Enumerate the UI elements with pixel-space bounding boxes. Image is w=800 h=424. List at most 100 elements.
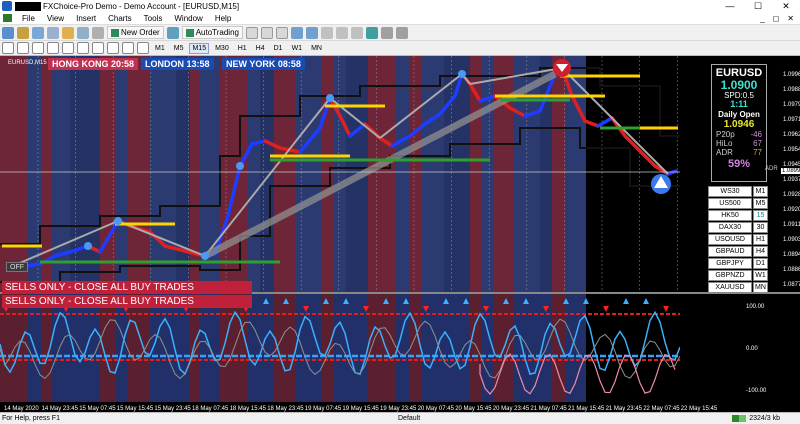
osc-band [514, 294, 540, 402]
metaeditor-icon[interactable] [166, 26, 179, 39]
new-chart-icon[interactable] [2, 26, 14, 39]
new-order-button[interactable]: New Order [107, 26, 164, 39]
data-window-icon[interactable] [47, 26, 59, 39]
tester-icon[interactable] [92, 26, 104, 39]
zoom-out-icon[interactable] [305, 26, 318, 39]
chart-minimize-button[interactable]: _ [760, 14, 764, 23]
session-band [176, 56, 190, 292]
osc-band [52, 294, 70, 402]
chart-close-button[interactable]: ✕ [787, 14, 794, 23]
tf-w1[interactable]: W1 [289, 43, 306, 54]
chart-shift-icon[interactable] [350, 26, 363, 39]
maximize-button[interactable]: ☐ [744, 1, 772, 12]
tf-h4[interactable]: H4 [253, 43, 268, 54]
profiles-icon[interactable] [17, 26, 29, 39]
app-icon [2, 1, 12, 11]
chart-restore-button[interactable]: ◻ [773, 14, 780, 23]
autotrading-label: AutoTrading [195, 28, 239, 37]
menu-window[interactable]: Window [168, 14, 208, 23]
status-profile[interactable]: Default [398, 415, 420, 422]
symbol-button[interactable]: GBPJPY [708, 258, 752, 269]
timeframe-button[interactable]: 15 [753, 210, 768, 221]
fibonacci-icon[interactable] [92, 42, 104, 54]
timeframe-button[interactable]: H4 [753, 246, 768, 257]
timeframe-button[interactable]: 30 [753, 222, 768, 233]
menu-tools[interactable]: Tools [138, 14, 169, 23]
symbol-button[interactable]: DAX30 [708, 222, 752, 233]
tf-m5[interactable]: M5 [171, 43, 187, 54]
indicators-icon[interactable] [365, 26, 378, 39]
symbol-button[interactable]: HK50 [708, 210, 752, 221]
symbol-button[interactable]: GBPAUD [708, 246, 752, 257]
horizontal-line-icon[interactable] [47, 42, 59, 54]
session-band [220, 56, 248, 292]
osc-sell-arrow [603, 306, 609, 312]
menu-file[interactable]: File [16, 14, 41, 23]
info-row-value: -46 [750, 130, 762, 139]
minimize-button[interactable]: — [716, 1, 744, 12]
tf-d1[interactable]: D1 [271, 43, 286, 54]
channel-icon[interactable] [77, 42, 89, 54]
symbol-button[interactable]: USOUSD [708, 234, 752, 245]
title-bar: FXChoice-Pro Demo - Demo Account - [EURU… [0, 0, 800, 12]
line-chart-icon[interactable] [275, 26, 288, 39]
price-segment [583, 119, 600, 128]
price-tick-label: 1.09115 [783, 222, 800, 228]
autoscroll-icon[interactable] [335, 26, 348, 39]
timeframe-button[interactable]: M5 [753, 198, 768, 209]
autotrading-button[interactable]: AutoTrading [181, 26, 243, 39]
tf-m30[interactable]: M30 [212, 43, 232, 54]
symbol-button[interactable]: WS30 [708, 186, 752, 197]
info-row-key: P20p [716, 130, 735, 139]
cursor-icon[interactable] [2, 42, 14, 54]
timeframe-button[interactable]: MN [753, 282, 768, 293]
price-chart[interactable] [0, 56, 680, 292]
price-segment [596, 116, 614, 128]
trendline-icon[interactable] [62, 42, 74, 54]
timeframe-button[interactable]: M1 [753, 186, 768, 197]
timeframe-button[interactable]: W1 [753, 270, 768, 281]
market-watch-icon[interactable] [32, 26, 44, 39]
periods-icon[interactable] [380, 26, 393, 39]
indicator-off-button[interactable]: OFF [6, 262, 28, 272]
info-row-value: 77 [753, 148, 762, 157]
tf-h1[interactable]: H1 [235, 43, 250, 54]
close-button[interactable]: ✕ [772, 1, 800, 12]
templates-icon[interactable] [395, 26, 408, 39]
session-band [552, 56, 566, 292]
tf-mn[interactable]: MN [308, 43, 325, 54]
menu-insert[interactable]: Insert [70, 14, 102, 23]
candlestick-icon[interactable] [260, 26, 273, 39]
vertical-line-icon[interactable] [32, 42, 44, 54]
status-traffic-value: 2324/3 kb [749, 415, 780, 422]
navigator-icon[interactable] [62, 26, 74, 39]
chart-window[interactable]: 1.09965 1.09880 1.09795 1.09710 1.09625 1.095… [0, 56, 800, 412]
oscillator-subwindow[interactable] [0, 294, 680, 402]
tf-m15[interactable]: M15 [189, 42, 210, 54]
menu-charts[interactable]: Charts [102, 14, 138, 23]
symbol-button[interactable]: US500 [708, 198, 752, 209]
menu-help[interactable]: Help [209, 14, 237, 23]
osc-buy-arrow [623, 298, 629, 304]
time-axis[interactable]: 14 May 2020 14 May 23:45 15 May 07:45 15 Ma… [0, 402, 800, 412]
menu-bar: File View Insert Charts Tools Window Hel… [0, 12, 800, 25]
label-icon[interactable] [122, 42, 134, 54]
symbol-button[interactable]: XAUUSD [708, 282, 752, 293]
tf-m1[interactable]: M1 [152, 43, 168, 54]
oscillator-tick-label: 0.00 [746, 346, 758, 352]
symbol-button[interactable]: GBPNZD [708, 270, 752, 281]
menu-view[interactable]: View [41, 14, 70, 23]
session-band [540, 56, 552, 292]
price-tick-label: 1.09710 [783, 117, 800, 123]
timeframe-button[interactable]: H1 [753, 234, 768, 245]
price-tick-label: 1.09625 [783, 132, 800, 138]
tile-windows-icon[interactable] [320, 26, 333, 39]
arrows-icon[interactable] [137, 42, 149, 54]
swing-dot [84, 242, 92, 250]
terminal-icon[interactable] [77, 26, 89, 39]
crosshair-icon[interactable] [17, 42, 29, 54]
text-icon[interactable] [107, 42, 119, 54]
timeframe-button[interactable]: D1 [753, 258, 768, 269]
bar-chart-icon[interactable] [245, 26, 258, 39]
zoom-in-icon[interactable] [290, 26, 303, 39]
